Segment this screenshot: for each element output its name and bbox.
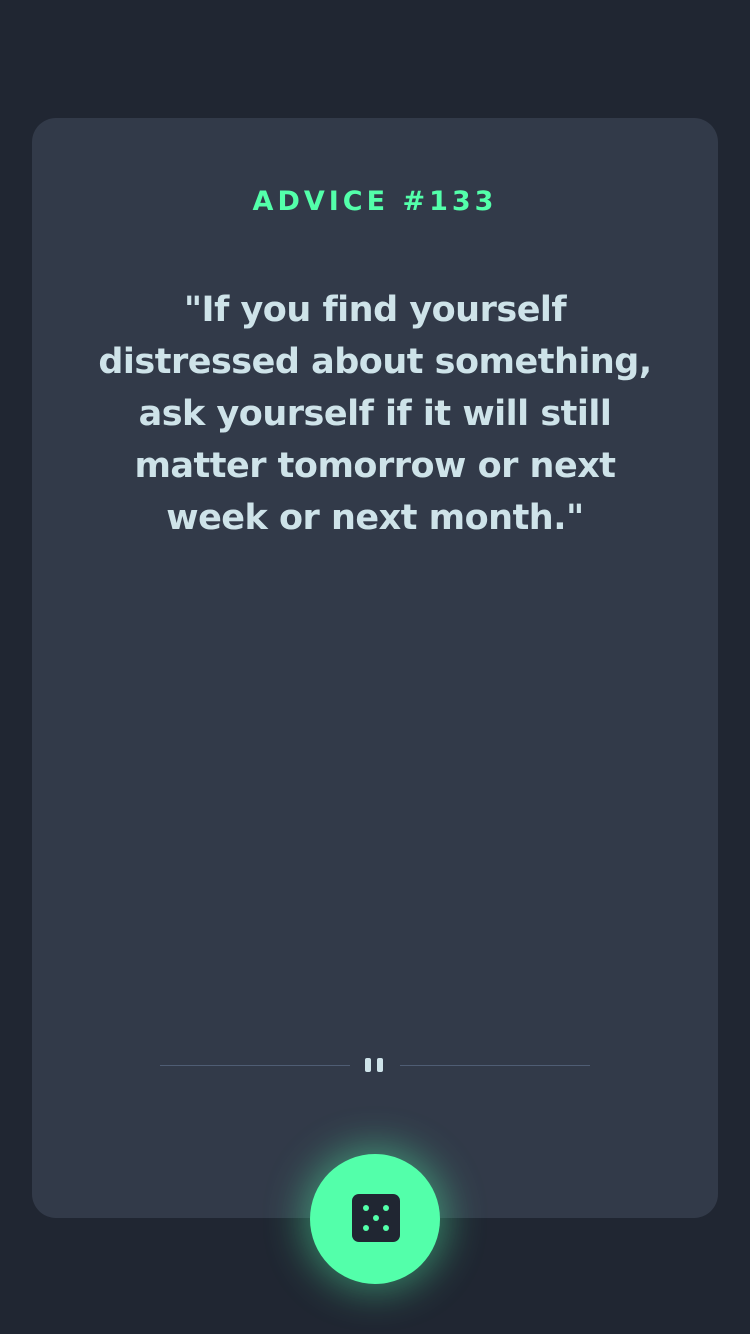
advice-title: ADVICE #133 — [252, 186, 498, 217]
pause-icon — [365, 1058, 385, 1072]
divider-line-left — [160, 1065, 350, 1066]
advice-card — [32, 118, 718, 1218]
generate-advice-button[interactable] — [310, 1154, 440, 1284]
dice-icon — [352, 1194, 400, 1242]
advice-quote: "If you find yourself distressed about s… — [98, 290, 652, 538]
divider — [160, 1056, 590, 1076]
divider-line-right — [400, 1065, 590, 1066]
